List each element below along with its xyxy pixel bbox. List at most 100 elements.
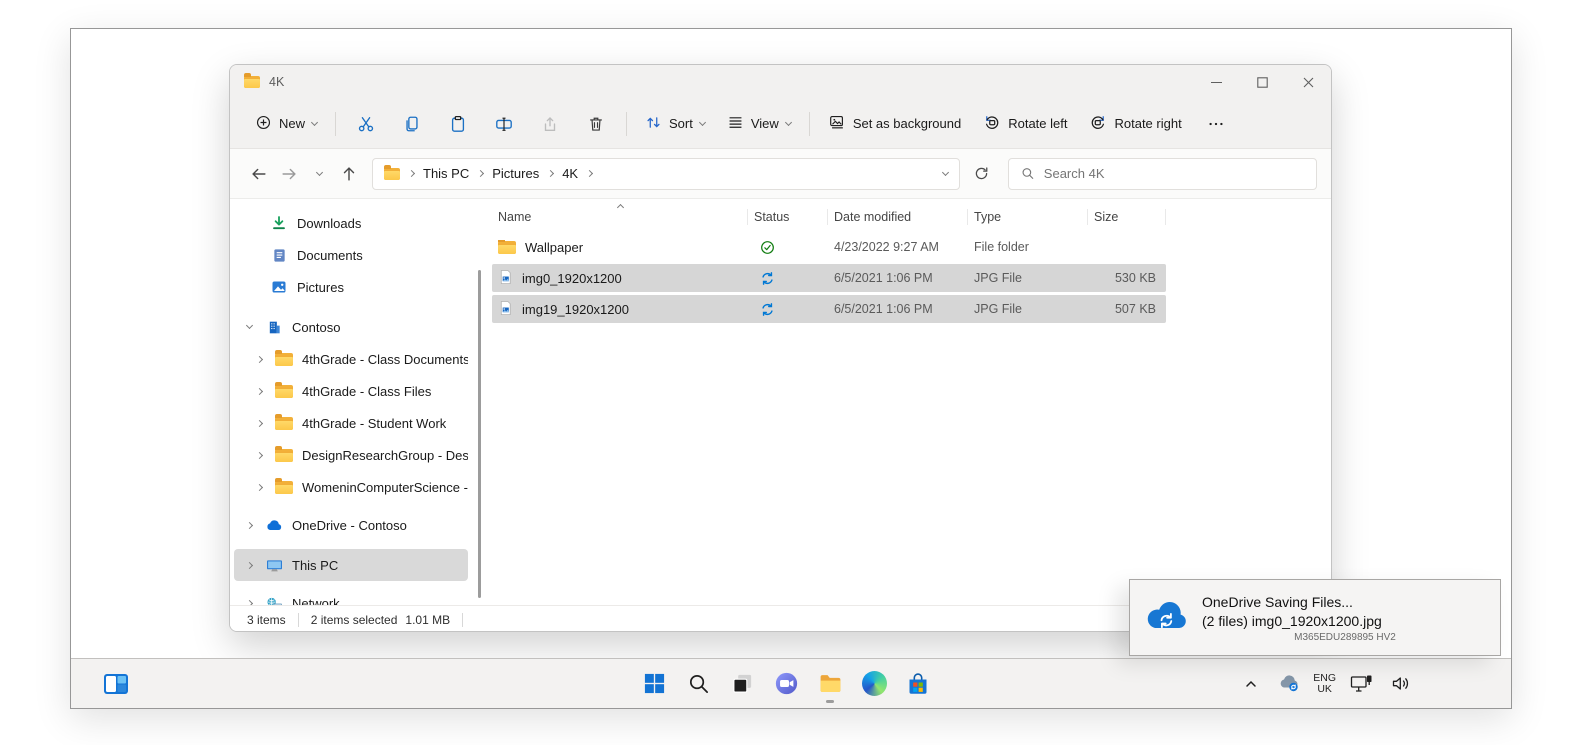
- sidebar-item-designresearchgroup[interactable]: DesignResearchGroup - Design Re: [234, 439, 468, 471]
- chevron-right-icon[interactable]: [252, 451, 266, 459]
- navigation-pane: Downloads Documents Pictures Contoso 4th…: [230, 199, 472, 605]
- minimize-button[interactable]: [1193, 65, 1239, 99]
- sidebar-item-documents[interactable]: Documents: [234, 239, 468, 271]
- rotate-left-button[interactable]: Rotate left: [972, 106, 1078, 142]
- column-header-status[interactable]: Status: [748, 210, 828, 224]
- toast-detail: (2 files) img0_1920x1200.jpg: [1202, 613, 1382, 629]
- file-row-wallpaper[interactable]: Wallpaper 4/23/2022 9:27 AM File folder: [492, 233, 1166, 261]
- clipboard-icon: [451, 115, 465, 132]
- rotate-right-icon: [1089, 113, 1107, 134]
- sidebar-item-pictures[interactable]: Pictures: [234, 271, 468, 303]
- file-explorer-button[interactable]: [810, 664, 850, 704]
- rotate-right-button[interactable]: Rotate right: [1078, 106, 1192, 142]
- sidebar-item-label: OneDrive - Contoso: [292, 517, 407, 533]
- divider: [626, 111, 628, 136]
- selection-size: 1.01 MB: [405, 612, 451, 627]
- chevron-right-icon[interactable]: [242, 521, 256, 529]
- language-code: ENG: [1313, 671, 1336, 684]
- address-dropdown-icon[interactable]: [941, 168, 950, 176]
- chevron-right-icon[interactable]: [252, 483, 266, 491]
- breadcrumb-pictures[interactable]: Pictures: [492, 166, 539, 181]
- file-explorer-icon: [820, 675, 840, 693]
- sidebar-item-downloads[interactable]: Downloads: [234, 207, 468, 239]
- folder-icon: [275, 477, 293, 494]
- language-indicator[interactable]: ENG UK: [1313, 671, 1336, 695]
- chevron-right-icon[interactable]: [242, 561, 256, 569]
- teams-chat-button[interactable]: [766, 664, 806, 704]
- chevron-right-icon[interactable]: [252, 355, 266, 363]
- back-button[interactable]: [244, 159, 274, 189]
- onedrive-toast[interactable]: OneDrive Saving Files... (2 files) img0_…: [1129, 579, 1501, 656]
- show-hidden-icons-button[interactable]: [1237, 664, 1265, 704]
- sidebar-item-label: Downloads: [297, 215, 362, 231]
- rotate-left-label: Rotate left: [1008, 116, 1068, 131]
- sidebar-item-4thgrade-student-work[interactable]: 4thGrade - Student Work: [234, 407, 468, 439]
- new-button[interactable]: New: [244, 106, 328, 142]
- sidebar-item-label: 4thGrade - Student Work: [302, 415, 447, 431]
- sort-button[interactable]: Sort: [634, 106, 716, 142]
- see-more-button[interactable]: [1193, 106, 1239, 142]
- sidebar-item-4thgrade-class-documents[interactable]: 4thGrade - Class Documents: [234, 343, 468, 375]
- search-box[interactable]: [1008, 157, 1317, 190]
- column-header-type[interactable]: Type: [968, 210, 1088, 224]
- recent-locations-button[interactable]: [304, 159, 334, 189]
- syncing-status-icon: [762, 271, 773, 285]
- edge-button[interactable]: [854, 664, 894, 704]
- cut-button[interactable]: [343, 106, 389, 142]
- view-label: View: [750, 116, 779, 131]
- sidebar-item-4thgrade-class-files[interactable]: 4thGrade - Class Files: [234, 375, 468, 407]
- ethernet-icon: [1350, 675, 1371, 692]
- forward-button[interactable]: [274, 159, 304, 189]
- folder-icon: [275, 349, 293, 366]
- close-button[interactable]: [1285, 65, 1331, 99]
- search-button[interactable]: [678, 664, 718, 704]
- syncing-status-icon: [762, 302, 773, 316]
- copy-button[interactable]: [389, 106, 435, 142]
- set-as-background-button[interactable]: Set as background: [817, 106, 972, 142]
- breadcrumb-4k[interactable]: 4K: [562, 166, 578, 181]
- onedrive-tray-button[interactable]: [1275, 664, 1303, 704]
- network-tray-button[interactable]: [1346, 664, 1376, 704]
- file-size: 507 KB: [1114, 302, 1156, 316]
- sidebar-item-contoso[interactable]: Contoso: [234, 311, 468, 343]
- chevron-right-icon[interactable]: [252, 387, 266, 395]
- folder-icon: [498, 239, 516, 254]
- scissors-icon: [358, 116, 374, 131]
- breadcrumb-this-pc[interactable]: This PC: [423, 166, 469, 181]
- divider: [808, 111, 810, 136]
- chevron-right-icon[interactable]: [252, 419, 266, 427]
- sidebar-item-onedrive-contoso[interactable]: OneDrive - Contoso: [234, 509, 468, 541]
- volume-tray-button[interactable]: [1386, 664, 1416, 704]
- rename-button[interactable]: [481, 106, 527, 142]
- delete-button[interactable]: [573, 106, 619, 142]
- new-label: New: [279, 116, 306, 131]
- paste-button[interactable]: [435, 106, 481, 142]
- this-pc-icon: [265, 558, 283, 573]
- refresh-button[interactable]: [966, 159, 996, 189]
- column-header-date-modified[interactable]: Date modified: [828, 210, 968, 224]
- search-input[interactable]: [1043, 166, 1304, 181]
- column-header-name[interactable]: Name: [492, 210, 748, 224]
- toast-watermark: M365EDU289895 HV2: [1294, 632, 1396, 643]
- onedrive-sync-icon: [1142, 600, 1190, 638]
- microsoft-store-button[interactable]: [898, 664, 938, 704]
- column-header-size[interactable]: Size: [1088, 210, 1166, 224]
- start-button[interactable]: [634, 664, 674, 704]
- task-view-button[interactable]: [722, 664, 762, 704]
- view-button[interactable]: View: [716, 106, 802, 142]
- windows-start-icon: [644, 673, 664, 694]
- maximize-button[interactable]: [1239, 65, 1285, 99]
- chevron-right-icon[interactable]: [242, 599, 256, 605]
- file-name: img19_1920x1200: [522, 301, 629, 317]
- file-row-img19[interactable]: img19_1920x1200 6/5/2021 1:06 PM JPG Fil…: [492, 295, 1166, 323]
- chevron-down-icon[interactable]: [242, 321, 256, 330]
- sidebar-item-network[interactable]: Network: [234, 587, 468, 605]
- up-button[interactable]: [334, 159, 364, 189]
- folder-icon: [275, 381, 293, 398]
- breadcrumb[interactable]: This PC Pictures 4K: [372, 157, 960, 190]
- file-row-img0[interactable]: img0_1920x1200 6/5/2021 1:06 PM JPG File…: [492, 264, 1166, 292]
- sidebar-item-this-pc[interactable]: This PC: [234, 549, 468, 581]
- sidebar-item-womenincomputerscience[interactable]: WomeninComputerScience - Man: [234, 471, 468, 503]
- share-button[interactable]: [527, 106, 573, 142]
- selection-count: 2 items selected: [310, 612, 398, 627]
